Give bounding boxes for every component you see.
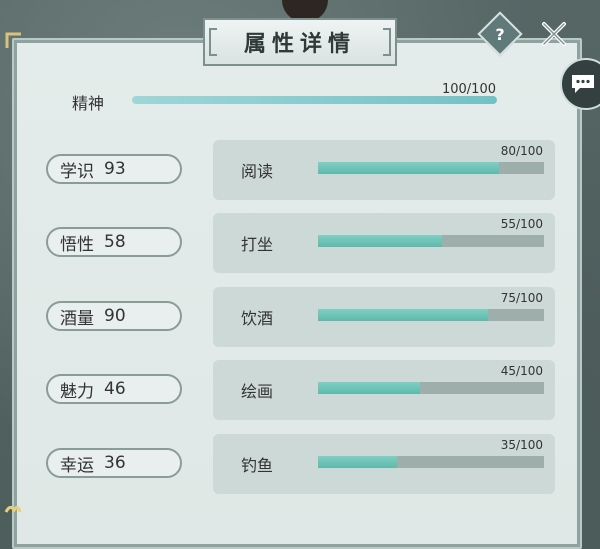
chat-bubble-icon [572, 75, 594, 93]
attribute-pill[interactable]: 魅力 46 [46, 374, 182, 404]
activity-label: 阅读 [241, 162, 274, 181]
attribute-name: 学识 [60, 161, 94, 182]
activity-progress-bar [318, 456, 544, 468]
attribute-value: 46 [104, 379, 126, 399]
activity-count: 75/100 [500, 291, 543, 305]
spirit-row: 精神 100/100 [72, 82, 502, 113]
attribute-row: 悟性 58 打坐 55/100 [0, 213, 600, 273]
activity-card[interactable]: 打坐 55/100 [213, 213, 555, 273]
activity-progress-fill [318, 456, 398, 468]
attribute-value: 90 [104, 306, 126, 326]
page-title: 属性详情 [243, 31, 356, 57]
attribute-value: 36 [104, 453, 126, 473]
attribute-name: 魅力 [60, 381, 94, 402]
close-button[interactable] [534, 14, 574, 54]
activity-card[interactable]: 钓鱼 35/100 [213, 434, 555, 494]
activity-progress-fill [318, 309, 488, 321]
spirit-bar [132, 96, 497, 104]
activity-label: 饮酒 [241, 309, 274, 328]
attribute-pill[interactable]: 学识 93 [46, 154, 182, 184]
activity-card[interactable]: 阅读 80/100 [213, 140, 555, 200]
activity-card[interactable]: 饮酒 75/100 [213, 287, 555, 347]
attribute-value: 93 [104, 159, 126, 179]
cloud-ornament-icon [4, 505, 22, 513]
attribute-row: 学识 93 阅读 80/100 [0, 140, 600, 200]
activity-count: 35/100 [500, 438, 543, 452]
activity-progress-bar [318, 382, 544, 394]
activity-count: 55/100 [500, 217, 543, 231]
activity-progress-fill [318, 162, 499, 174]
spirit-label: 精神 [72, 94, 105, 113]
spirit-bar-fill [132, 96, 497, 104]
corner-ornament-icon [5, 32, 21, 48]
activity-progress-fill [318, 382, 420, 394]
activity-progress-fill [318, 235, 443, 247]
activity-card[interactable]: 绘画 45/100 [213, 360, 555, 420]
activity-progress-bar [318, 162, 544, 174]
attribute-row: 酒量 90 饮酒 75/100 [0, 287, 600, 347]
activity-count: 45/100 [500, 364, 543, 378]
question-icon: ? [495, 24, 505, 44]
activity-label: 钓鱼 [241, 456, 274, 475]
attribute-pill[interactable]: 悟性 58 [46, 227, 182, 257]
attribute-row: 魅力 46 绘画 45/100 [0, 360, 600, 420]
spirit-value: 100/100 [441, 82, 496, 97]
attribute-pill[interactable]: 幸运 36 [46, 448, 182, 478]
title-plaque: 属性详情 [203, 18, 397, 66]
attribute-name: 幸运 [60, 455, 94, 476]
attribute-row: 幸运 36 钓鱼 35/100 [0, 434, 600, 494]
activity-label: 绘画 [241, 382, 274, 401]
activity-count: 80/100 [500, 144, 543, 158]
attribute-name: 悟性 [60, 234, 94, 255]
activity-progress-bar [318, 309, 544, 321]
close-icon [542, 22, 566, 46]
attribute-pill[interactable]: 酒量 90 [46, 301, 182, 331]
attribute-value: 58 [104, 232, 126, 252]
activity-progress-bar [318, 235, 544, 247]
activity-label: 打坐 [241, 235, 274, 254]
attribute-name: 酒量 [60, 308, 94, 329]
